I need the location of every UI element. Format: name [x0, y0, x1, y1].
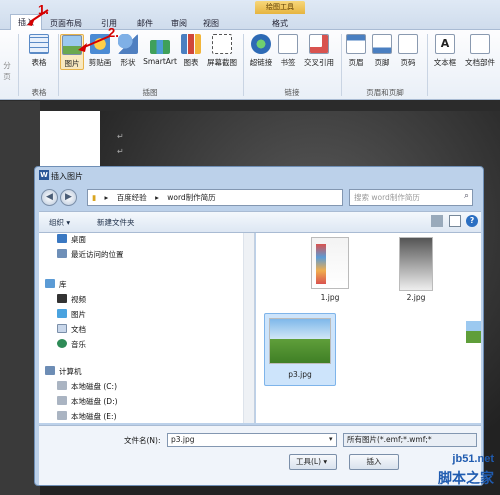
annotation-step-2: 2.: [108, 25, 119, 40]
word-icon: W: [39, 170, 49, 180]
tools-button-label: 工具(L): [296, 457, 322, 466]
help-icon[interactable]: ?: [466, 215, 478, 227]
filetype-select[interactable]: 所有图片(*.emf;*.wmf;*: [343, 433, 477, 447]
recent-places-icon: [57, 249, 67, 258]
video-icon: [57, 294, 67, 303]
preview-pane-icon[interactable]: [449, 215, 461, 227]
dialog-title: 插入图片: [51, 172, 83, 181]
file-name[interactable]: 1.jpg: [305, 293, 355, 302]
drive-icon: [57, 396, 67, 405]
search-input[interactable]: 搜索 word制作简历: [349, 189, 473, 206]
nav-item-computer[interactable]: 计算机: [45, 365, 82, 379]
drive-icon: [57, 411, 67, 420]
nav-item-libraries[interactable]: 库: [45, 278, 67, 292]
watermark-url: jb51.net: [452, 453, 494, 465]
navigation-row: ◀ ▶ ▮ ▸ 百度经验 ▸ word制作简历 搜索 word制作简历 ⌕: [39, 186, 481, 208]
nav-item-drive-d[interactable]: 本地磁盘 (D:): [57, 395, 118, 409]
insert-button[interactable]: 插入: [349, 454, 399, 470]
arrow-1-head: [27, 18, 35, 26]
organize-button[interactable]: 组织 ▾: [49, 217, 70, 228]
navigation-pane: 桌面 最近访问的位置 库 视频 图片 文档 音乐 计算机 本地磁盘 (C:) 本…: [39, 233, 255, 423]
nav-item-documents[interactable]: 文档: [57, 323, 86, 337]
pictures-icon: [57, 309, 67, 318]
file-thumbnail-1[interactable]: [311, 237, 349, 289]
nav-item-label: 图片: [71, 310, 86, 319]
filename-label: 文件名(N):: [124, 436, 161, 445]
nav-item-label: 库: [59, 280, 67, 289]
forward-button[interactable]: ▶: [60, 189, 77, 206]
folder-icon: ▮: [92, 193, 97, 202]
computer-icon: [45, 366, 55, 375]
breadcrumb-item[interactable]: 百度经验: [117, 193, 147, 202]
nav-item-pictures[interactable]: 图片: [57, 308, 86, 322]
back-button[interactable]: ◀: [41, 189, 58, 206]
watermark: jb51.net 脚本之家: [395, 450, 500, 495]
file-thumbnail-partial[interactable]: [466, 321, 481, 343]
file-list: 1.jpg 2.jpg p3.jpg: [256, 233, 481, 423]
watermark-brand: 脚本之家: [438, 471, 494, 487]
nav-item-label: 计算机: [59, 367, 82, 376]
breadcrumb-separator: ▸: [155, 193, 159, 202]
chevron-down-icon[interactable]: ▾: [329, 435, 333, 443]
music-icon: [57, 339, 67, 348]
nav-item-label: 本地磁盘 (E:): [71, 412, 117, 421]
nav-pane-scrollbar[interactable]: [243, 233, 254, 423]
nav-item-desktop[interactable]: 桌面: [57, 233, 86, 247]
file-item-selected[interactable]: p3.jpg: [264, 313, 336, 386]
nav-item-label: 本地磁盘 (C:): [71, 382, 117, 391]
desktop-icon: [57, 234, 67, 243]
new-folder-button[interactable]: 新建文件夹: [97, 217, 135, 228]
breadcrumb[interactable]: ▮ ▸ 百度经验 ▸ word制作简历: [87, 189, 343, 206]
file-name[interactable]: 2.jpg: [391, 293, 441, 302]
arrow-2-head: [78, 43, 87, 52]
nav-item-drive-c[interactable]: 本地磁盘 (C:): [57, 380, 117, 394]
thumbnail-content: [316, 244, 326, 284]
nav-item-label: 最近访问的位置: [71, 250, 124, 259]
nav-item-label: 桌面: [71, 235, 86, 244]
file-name: p3.jpg: [288, 370, 312, 379]
filename-field[interactable]: p3.jpg: [167, 433, 337, 447]
breadcrumb-item[interactable]: word制作简历: [167, 193, 215, 202]
view-options-icon[interactable]: [431, 215, 443, 227]
library-icon: [45, 279, 55, 288]
nav-item-recent[interactable]: 最近访问的位置: [57, 248, 124, 262]
breadcrumb-separator: ▸: [104, 193, 109, 202]
dialog-toolbar: 组织 ▾ 新建文件夹 ?: [39, 211, 481, 233]
nav-item-drive-e[interactable]: 本地磁盘 (E:): [57, 410, 117, 423]
nav-item-label: 视频: [71, 295, 86, 304]
insert-picture-dialog: W 插入图片 ◀ ▶ ▮ ▸ 百度经验 ▸ word制作简历 搜索 word制作…: [34, 166, 484, 486]
nav-item-label: 音乐: [71, 340, 86, 349]
search-icon: ⌕: [464, 191, 470, 201]
nav-item-label: 本地磁盘 (D:): [71, 397, 118, 406]
nav-item-videos[interactable]: 视频: [57, 293, 86, 307]
nav-item-music[interactable]: 音乐: [57, 338, 86, 352]
file-thumbnail-3: [269, 318, 331, 364]
drive-icon: [57, 381, 67, 390]
documents-icon: [57, 324, 67, 333]
nav-item-label: 文档: [71, 325, 86, 334]
file-thumbnail-2[interactable]: [399, 237, 433, 291]
tools-button[interactable]: 工具(L) ▾: [289, 454, 337, 470]
